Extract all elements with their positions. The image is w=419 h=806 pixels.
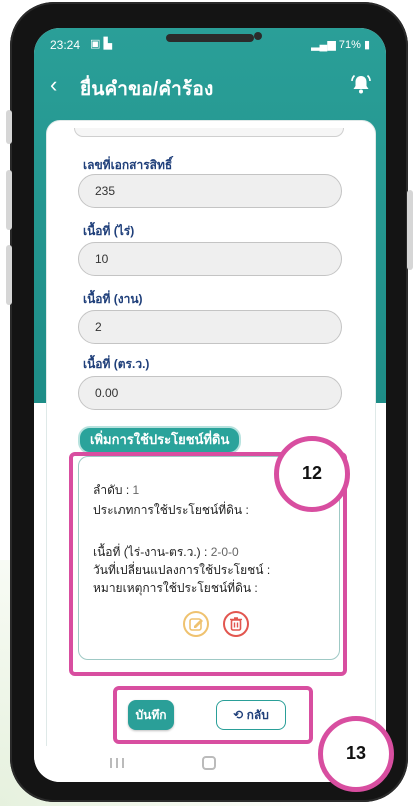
- phone-power-button: [407, 190, 413, 270]
- chevron-left-icon[interactable]: ‹: [50, 72, 57, 98]
- phone-side-button: [6, 245, 12, 305]
- status-battery: ▂▄▆ 71% ▮: [311, 38, 370, 51]
- callout-13-number: 13: [345, 743, 367, 763]
- area-sqwa-label: เนื้อที่ (ตร.ว.): [83, 357, 150, 371]
- battery-percent: 71%: [338, 39, 361, 51]
- area-rai-value: 10: [95, 252, 109, 266]
- battery-icon: ▮: [360, 39, 370, 51]
- area-ngan-label: เนื้อที่ (งาน): [83, 292, 143, 306]
- callout-13: 13: [318, 716, 394, 792]
- home-icon[interactable]: [202, 756, 216, 770]
- page-title: ยื่นคำขอ/คำร้อง: [80, 79, 214, 100]
- top-app-bar: ‹ ยื่นคำขอ/คำร้อง: [34, 66, 386, 110]
- speaker-notch: [166, 34, 254, 42]
- status-icons: ▣ ▙: [90, 38, 112, 50]
- status-time: 23:24: [50, 38, 81, 52]
- scroll-edge: [74, 128, 344, 137]
- area-rai-field[interactable]: 10: [78, 242, 342, 276]
- signal-icon: ▂▄▆: [311, 39, 339, 51]
- area-sqwa-value: 0.00: [95, 386, 119, 400]
- deed-number-value: 235: [95, 184, 116, 198]
- recents-icon[interactable]: [108, 756, 126, 775]
- status-bar: 23:24 ▣ ▙ ▂▄▆ 71% ▮: [34, 28, 386, 62]
- phone-volume-button: [6, 110, 12, 144]
- callout-12: 12: [274, 436, 350, 512]
- add-land-use-button[interactable]: เพิ่มการใช้ประโยชน์ที่ดิน: [78, 426, 242, 454]
- callout-12-number: 12: [301, 463, 323, 483]
- camera-icon: [254, 32, 262, 40]
- area-ngan-value: 2: [95, 320, 102, 334]
- area-ngan-field[interactable]: 2: [78, 310, 342, 344]
- buttons-highlight-box: [113, 686, 313, 744]
- deed-number-label: เลขที่เอกสารสิทธิ์: [83, 158, 173, 172]
- area-sqwa-field[interactable]: 0.00: [78, 376, 342, 410]
- phone-volume-button-2: [6, 170, 12, 230]
- bell-icon[interactable]: [350, 73, 372, 100]
- deed-number-field[interactable]: 235: [78, 174, 342, 208]
- area-rai-label: เนื้อที่ (ไร่): [83, 224, 135, 238]
